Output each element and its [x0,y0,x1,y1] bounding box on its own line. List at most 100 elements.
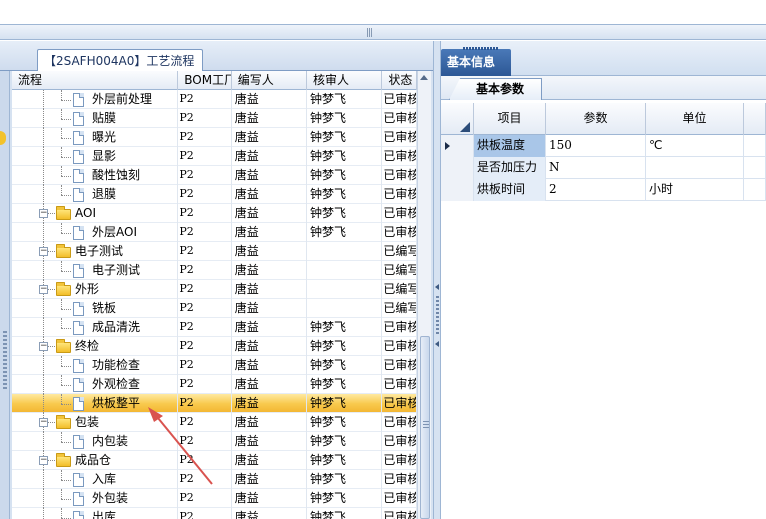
splitter-grip-icon[interactable]: ||| [366,28,373,38]
table-row[interactable]: 退膜 P2 唐益 钟梦飞 已审核 [12,185,417,204]
row-indicator[interactable] [441,135,474,157]
vertical-splitter[interactable] [433,41,441,519]
writer-cell[interactable]: 唐益 [232,451,308,470]
table-row[interactable]: 显影 P2 唐益 钟梦飞 已审核 [12,147,417,166]
param-value-cell[interactable]: N [546,157,646,179]
collapse-icon[interactable]: − [39,418,48,427]
tree-cell[interactable]: 入库 [12,470,179,489]
table-row[interactable]: 入库 P2 唐益 钟梦飞 已审核 [12,470,417,489]
collapse-icon[interactable]: − [39,209,48,218]
table-row[interactable]: 出库 P2 唐益 钟梦飞 已审核 [12,508,417,519]
reviewer-cell[interactable]: 钟梦飞 [307,90,383,109]
bom-cell[interactable]: P2 [178,128,232,147]
reviewer-cell[interactable]: 钟梦飞 [307,109,383,128]
row-indicator[interactable] [441,179,474,201]
bom-cell[interactable]: P2 [178,451,232,470]
tab-basic-info[interactable]: 基本信息 [441,47,511,76]
column-header-unit[interactable]: 单位 [646,103,744,135]
collapse-left-icon[interactable] [435,284,439,290]
param-unit-cell[interactable]: ℃ [646,135,744,157]
tree-cell[interactable]: 退膜 [12,185,179,204]
tree-cell[interactable]: − 成品仓 [12,451,179,470]
tree-cell[interactable]: 贴膜 [12,109,179,128]
status-cell[interactable]: 已审核 [382,166,417,185]
bom-cell[interactable]: P2 [178,90,232,109]
left-collapse-edge[interactable] [0,71,10,519]
reviewer-cell[interactable]: 钟梦飞 [307,375,383,394]
param-row[interactable]: 烘板温度 150 ℃ [441,135,766,157]
writer-cell[interactable]: 唐益 [232,508,308,519]
writer-cell[interactable]: 唐益 [232,470,308,489]
bom-cell[interactable]: P2 [178,318,232,337]
status-cell[interactable]: 已审核 [382,337,417,356]
writer-cell[interactable]: 唐益 [232,128,308,147]
status-cell[interactable]: 已审核 [382,508,417,519]
writer-cell[interactable]: 唐益 [232,489,308,508]
table-row[interactable]: 成品清洗 P2 唐益 钟梦飞 已审核 [12,318,417,337]
bom-cell[interactable]: P2 [178,242,232,261]
writer-cell[interactable]: 唐益 [232,356,308,375]
bom-cell[interactable]: P2 [178,337,232,356]
status-cell[interactable]: 已审核 [382,413,417,432]
status-cell[interactable]: 已审核 [382,109,417,128]
status-cell[interactable]: 已审核 [382,489,417,508]
column-header-reviewer[interactable]: 核审人 [307,71,383,90]
table-row[interactable]: 酸性蚀刻 P2 唐益 钟梦飞 已审核 [12,166,417,185]
writer-cell[interactable]: 唐益 [232,90,308,109]
bom-cell[interactable]: P2 [178,185,232,204]
writer-cell[interactable]: 唐益 [232,413,308,432]
bom-cell[interactable]: P2 [178,147,232,166]
bom-cell[interactable]: P2 [178,299,232,318]
column-header-writer[interactable]: 编写人 [232,71,308,90]
horizontal-splitter[interactable]: ||| [0,24,766,40]
status-cell[interactable]: 已审核 [382,185,417,204]
table-row[interactable]: 外包装 P2 唐益 钟梦飞 已审核 [12,489,417,508]
reviewer-cell[interactable]: 钟梦飞 [307,508,383,519]
table-row[interactable]: 外层AOI P2 唐益 钟梦飞 已审核 [12,223,417,242]
table-row[interactable]: 外层前处理 P2 唐益 钟梦飞 已审核 [12,90,417,109]
tree-scrollbar[interactable] [417,71,431,519]
status-cell[interactable]: 已审核 [382,223,417,242]
collapse-icon[interactable]: − [39,456,48,465]
tab-basic-params[interactable]: 基本参数 [449,78,542,100]
status-cell[interactable]: 已编写 [382,242,417,261]
writer-cell[interactable]: 唐益 [232,166,308,185]
reviewer-cell[interactable]: 钟梦飞 [307,223,383,242]
column-header-param[interactable]: 参数 [546,103,646,135]
reviewer-cell[interactable]: 钟梦飞 [307,318,383,337]
collapse-icon[interactable]: − [39,285,48,294]
tree-cell[interactable]: 外层AOI [12,223,179,242]
table-row[interactable]: − 成品仓 P2 唐益 钟梦飞 已审核 [12,451,417,470]
writer-cell[interactable]: 唐益 [232,185,308,204]
select-all-corner[interactable] [441,103,474,135]
writer-cell[interactable]: 唐益 [232,147,308,166]
param-item-cell[interactable]: 烘板时间 [474,179,546,201]
bom-cell[interactable]: P2 [178,375,232,394]
tree-cell[interactable]: 外观检查 [12,375,179,394]
bom-cell[interactable]: P2 [178,204,232,223]
table-row[interactable]: − 包装 P2 唐益 钟梦飞 已审核 [12,413,417,432]
status-cell[interactable]: 已审核 [382,147,417,166]
tree-cell[interactable]: 铣板 [12,299,179,318]
resize-handle-icon[interactable] [3,331,7,391]
reviewer-cell[interactable]: 钟梦飞 [307,451,383,470]
status-cell[interactable]: 已审核 [382,375,417,394]
writer-cell[interactable]: 唐益 [232,242,308,261]
column-header-item[interactable]: 项目 [474,103,546,135]
reviewer-cell[interactable]: 钟梦飞 [307,128,383,147]
tree-cell[interactable]: 功能检查 [12,356,179,375]
bom-cell[interactable]: P2 [178,413,232,432]
writer-cell[interactable]: 唐益 [232,337,308,356]
tree-cell[interactable]: 外包装 [12,489,179,508]
status-cell[interactable]: 已审核 [382,470,417,489]
table-row[interactable]: − AOI P2 唐益 钟梦飞 已审核 [12,204,417,223]
writer-cell[interactable]: 唐益 [232,223,308,242]
table-row-selected[interactable]: 烘板整平 P2 唐益 钟梦飞 已审核 [12,394,417,413]
writer-cell[interactable]: 唐益 [232,432,308,451]
bom-cell[interactable]: P2 [178,489,232,508]
reviewer-cell[interactable]: 钟梦飞 [307,166,383,185]
status-cell[interactable]: 已审核 [382,451,417,470]
writer-cell[interactable]: 唐益 [232,318,308,337]
reviewer-cell[interactable]: 钟梦飞 [307,489,383,508]
collapse-left-icon-2[interactable] [435,341,439,347]
